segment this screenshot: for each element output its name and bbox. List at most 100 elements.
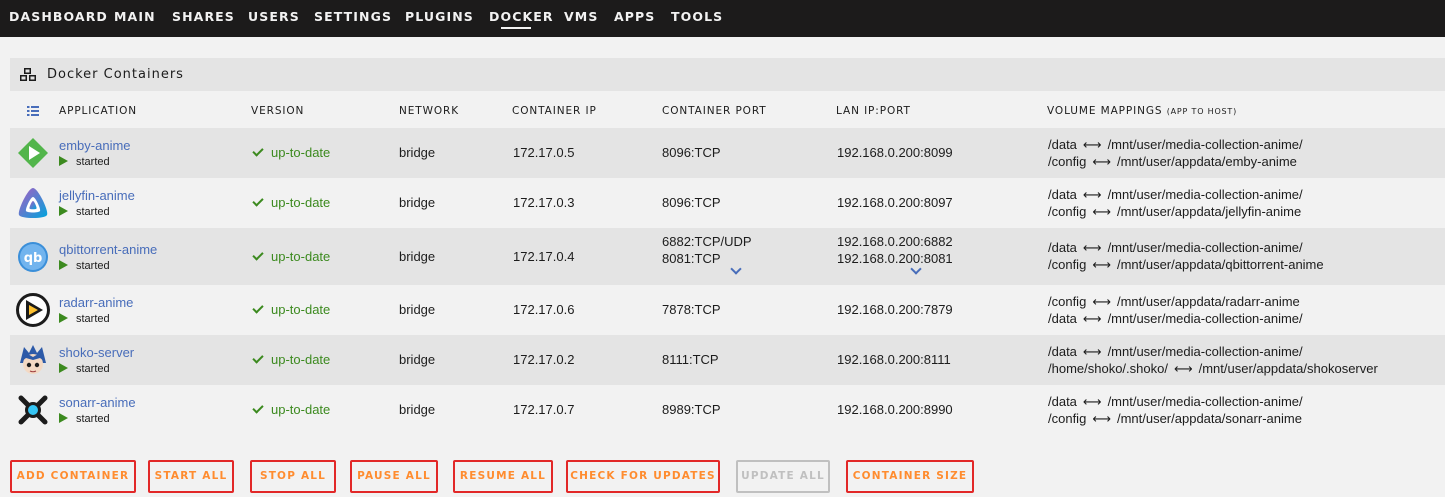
left-right-arrow-icon: ⟷ [1092,257,1111,272]
lan-ip-port-value: 192.168.0.200:7879 [837,302,953,317]
qbittorrent-icon[interactable]: qb [16,240,50,274]
container-state: started [59,413,110,425]
container-row: jellyfin-anime started up-to-date bridge 172… [10,178,1445,228]
volume-app-path: /home/shoko/.shoko/ [1048,361,1168,376]
volume-host-path: /mnt/user/appdata/sonarr-anime [1116,411,1302,426]
container-ip-value: 172.17.0.3 [513,195,575,210]
version-status-label: up-to-date [271,302,331,317]
version-status: up-to-date [252,402,330,417]
check-icon [252,352,264,364]
column-header-application: APPLICATION [59,105,138,117]
volume-host-path: /mnt/user/appdata/radarr-anime [1116,294,1300,309]
lan-ip-port-value: 192.168.0.200:8081 [837,251,953,266]
volume-host-path: /mnt/user/media-collection-anime/ [1107,394,1303,409]
svg-text:qb: qb [24,251,43,266]
nav-main[interactable]: MAIN [114,9,156,24]
volume-app-path: /data [1048,394,1077,409]
jellyfin-icon[interactable] [16,186,50,220]
version-status: up-to-date [252,352,330,367]
container-name-link[interactable]: emby-anime [59,138,131,153]
container-state: started [59,363,110,375]
lan-ip-port-value: 192.168.0.200:8097 [837,195,953,210]
network-value: bridge [399,352,436,367]
nav-shares[interactable]: SHARES [172,9,235,24]
panel-header: Docker Containers [10,58,1445,91]
container-state: started [59,156,110,168]
container-row: sonarr-anime started up-to-date bridge 172.1… [10,385,1445,435]
volume-mapping: /config ⟷ /mnt/user/appdata/qbittorrent-an… [1048,257,1324,273]
pause-all-button[interactable]: PAUSE ALL [350,460,438,493]
add-container-button[interactable]: ADD CONTAINER [10,460,136,493]
left-right-arrow-icon: ⟷ [1092,411,1111,426]
version-status: up-to-date [252,195,330,210]
volume-mapping: /data ⟷ /mnt/user/media-collection-anime/ [1048,137,1303,153]
lan-ip-port-value: 192.168.0.200:6882 [837,234,953,249]
nav-docker[interactable]: DOCKER [489,9,554,24]
start-all-button[interactable]: START ALL [148,460,234,493]
volume-mappings-label: VOLUME MAPPINGS [1047,105,1163,117]
volume-app-path: /data [1048,187,1077,202]
radarr-icon[interactable] [16,293,50,327]
volume-mapping: /config ⟷ /mnt/user/appdata/sonarr-anime [1048,411,1302,427]
volume-app-path: /config [1048,411,1087,426]
network-value: bridge [399,249,436,264]
shoko-icon[interactable] [16,343,50,377]
column-header-lan-ip-port: LAN IP:PORT [836,105,911,117]
volume-app-path: /config [1048,204,1087,219]
column-header-network: NETWORK [399,105,460,117]
resume-all-button[interactable]: RESUME ALL [453,460,553,493]
container-name-link[interactable]: jellyfin-anime [59,188,135,203]
container-row: qb qbittorrent-anime started up-to-date brid… [10,228,1445,285]
left-right-arrow-icon: ⟷ [1082,137,1102,152]
container-port-value: 8111:TCP [662,352,719,367]
nav-tools[interactable]: TOOLS [671,9,723,24]
nav-users[interactable]: USERS [248,9,300,24]
container-state-label: started [76,156,110,168]
volume-host-path: /mnt/user/media-collection-anime/ [1107,311,1303,326]
check-icon [252,145,264,157]
network-value: bridge [399,145,436,160]
volume-host-path: /mnt/user/media-collection-anime/ [1107,187,1303,202]
container-ip-value: 172.17.0.5 [513,145,575,160]
column-header-volume-mappings: VOLUME MAPPINGS (APP TO HOST) [1047,105,1237,117]
nav-plugins[interactable]: PLUGINS [405,9,474,24]
container-state-label: started [76,363,110,375]
column-header-container-port: CONTAINER PORT [662,105,767,117]
column-header-version: VERSION [251,105,305,117]
container-size-button[interactable]: CONTAINER SIZE [846,460,974,493]
nav-apps[interactable]: APPS [614,9,655,24]
active-tab-underline [501,27,531,29]
container-name-link[interactable]: qbittorrent-anime [59,242,157,257]
container-row: radarr-anime started up-to-date bridge 172.1… [10,285,1445,335]
container-name-link[interactable]: shoko-server [59,345,134,360]
nav-dashboard[interactable]: DASHBOARD [9,9,108,24]
nav-vms[interactable]: VMS [564,9,598,24]
list-view-icon[interactable] [27,106,39,116]
network-value: bridge [399,302,436,317]
expand-ports-chevron-icon[interactable] [730,263,742,275]
play-icon [59,413,68,423]
version-status: up-to-date [252,302,331,317]
volume-mapping: /config ⟷ /mnt/user/appdata/jellyfin-anime [1048,204,1301,220]
volume-mapping: /config ⟷ /mnt/user/appdata/radarr-anime [1048,294,1300,310]
check-icon [252,402,264,414]
left-right-arrow-icon: ⟷ [1082,344,1102,359]
container-port-value: 7878:TCP [662,302,721,317]
play-icon [59,363,68,373]
check-for-updates-button[interactable]: CHECK FOR UPDATES [566,460,720,493]
container-ip-value: 172.17.0.7 [513,402,575,417]
left-right-arrow-icon: ⟷ [1092,204,1111,219]
cubes-icon [20,68,36,81]
left-right-arrow-icon: ⟷ [1092,294,1111,309]
container-name-link[interactable]: radarr-anime [59,295,133,310]
play-icon [59,206,68,216]
stop-all-button[interactable]: STOP ALL [250,460,336,493]
sonarr-icon[interactable] [16,393,50,427]
nav-settings[interactable]: SETTINGS [314,9,392,24]
version-status: up-to-date [252,249,330,264]
container-name-link[interactable]: sonarr-anime [59,395,136,410]
container-ip-value: 172.17.0.2 [513,352,575,367]
container-state: started [59,206,110,218]
emby-icon[interactable] [16,136,50,170]
volume-mapping: /data ⟷ /mnt/user/media-collection-anime/ [1048,311,1303,327]
